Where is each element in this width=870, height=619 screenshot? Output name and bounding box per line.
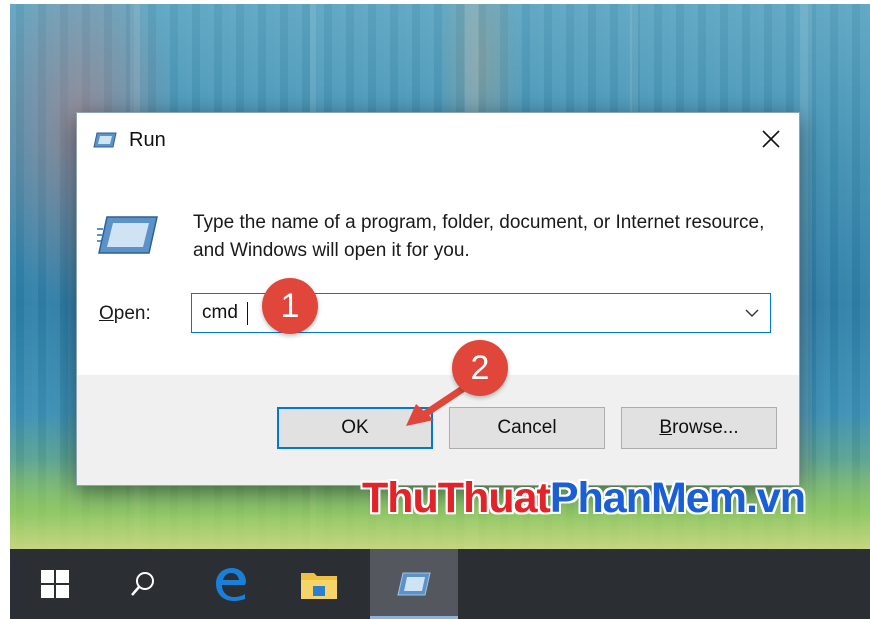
edge-button[interactable] xyxy=(196,549,266,619)
run-icon xyxy=(397,572,431,596)
open-label: Open: xyxy=(99,303,151,325)
text-caret xyxy=(247,302,248,325)
edge-browser-icon xyxy=(216,568,246,601)
open-dropdown-button[interactable] xyxy=(734,294,770,332)
close-button[interactable] xyxy=(743,113,799,165)
step-1-badge: 1 xyxy=(262,278,318,334)
open-label-accelerator: O xyxy=(99,303,114,324)
watermark-logo: ThuThuatPhanMem.vn xyxy=(362,474,806,523)
taskbar xyxy=(10,549,870,619)
open-label-text: pen: xyxy=(113,303,151,324)
watermark-part-a: ThuThuat xyxy=(362,474,551,522)
step-2-badge: 2 xyxy=(452,340,508,396)
watermark-part-b: PhanMem.vn xyxy=(549,474,806,522)
dialog-title: Run xyxy=(129,129,166,151)
open-input-value: cmd xyxy=(202,302,238,323)
windows-logo-icon xyxy=(41,570,69,598)
folder-icon xyxy=(301,573,337,599)
run-large-icon xyxy=(97,213,159,262)
browse-button[interactable]: Browse... xyxy=(621,407,777,449)
search-button[interactable] xyxy=(108,549,178,619)
start-button[interactable] xyxy=(20,549,90,619)
browse-label: rowse... xyxy=(672,417,739,438)
file-explorer-button[interactable] xyxy=(284,549,354,619)
search-icon xyxy=(131,572,154,596)
chevron-down-icon xyxy=(745,309,759,317)
dialog-description: Type the name of a program, folder, docu… xyxy=(193,212,765,261)
run-icon xyxy=(93,131,117,154)
browse-accelerator: B xyxy=(659,417,673,438)
close-icon xyxy=(762,130,780,148)
title-bar[interactable]: Run xyxy=(77,113,799,165)
run-taskbar-button[interactable] xyxy=(370,549,458,619)
